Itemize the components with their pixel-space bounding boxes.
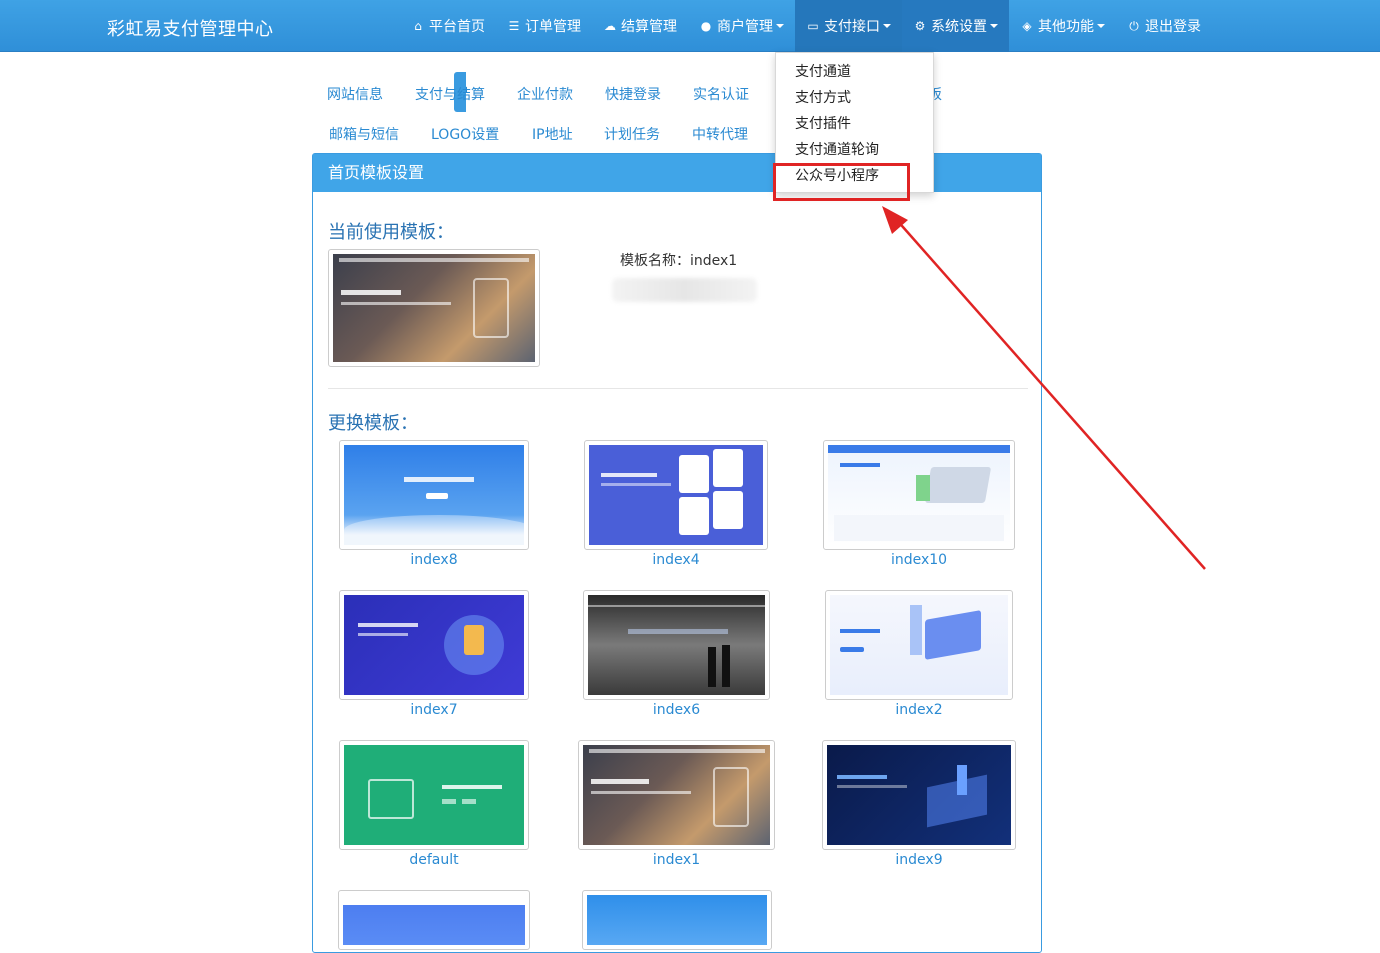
annotation-arrow-icon — [882, 206, 1206, 570]
